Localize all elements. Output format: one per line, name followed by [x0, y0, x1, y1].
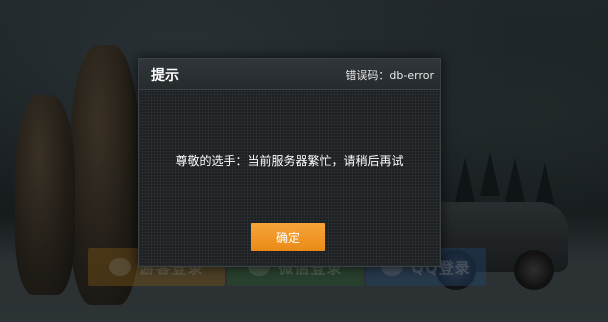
- confirm-button[interactable]: 确定: [251, 223, 325, 251]
- error-dialog: 提示 错误码：db-error 尊敬的选手：当前服务器繁忙，请稍后再试 确定: [138, 58, 441, 267]
- dialog-title: 提示: [151, 68, 179, 84]
- error-code: 错误码：db-error: [345, 69, 434, 82]
- dialog-message: 尊敬的选手：当前服务器繁忙，请稍后再试: [175, 154, 404, 168]
- dialog-header: 提示 错误码：db-error: [139, 59, 440, 90]
